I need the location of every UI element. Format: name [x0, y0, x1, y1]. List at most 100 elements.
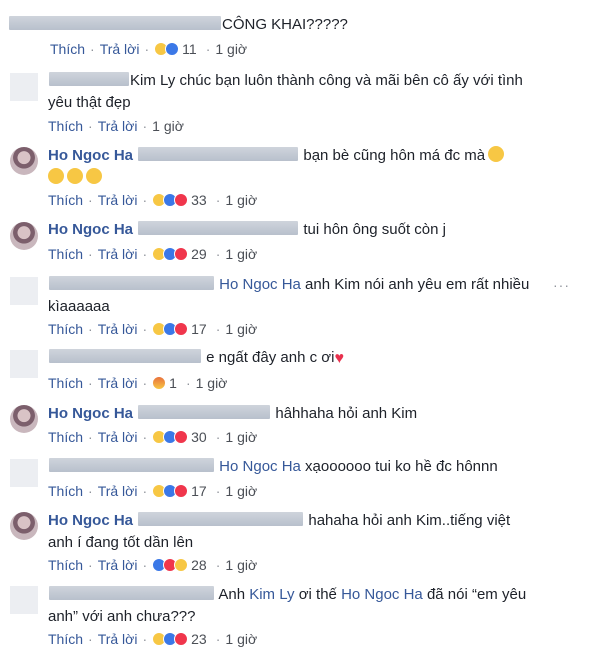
blurred-name: [49, 72, 129, 86]
reactions-summary[interactable]: 11: [154, 40, 197, 58]
love-reaction-icon: [174, 322, 189, 336]
avatar[interactable]: [10, 73, 38, 101]
like-button[interactable]: Thích: [48, 117, 83, 135]
tagged-name[interactable]: Ho Ngoc Ha: [219, 276, 301, 293]
comment-actions: Thích · Trả lời · 29 · 1 giờ: [48, 245, 258, 263]
blurred-name: [9, 16, 221, 30]
love-reaction-icon: [174, 484, 189, 498]
reply-button[interactable]: Trả lời: [98, 320, 138, 338]
blurred-name: [138, 147, 299, 161]
love-reaction-icon: [174, 193, 189, 207]
love-reaction-icon: [174, 247, 189, 261]
comment-text-cont: anh” với anh chưa???: [48, 608, 196, 625]
avatar[interactable]: [10, 350, 38, 378]
timestamp[interactable]: 1 giờ: [225, 320, 257, 338]
blurred-name: [138, 512, 304, 526]
like-button[interactable]: Thích: [48, 191, 83, 209]
timestamp[interactable]: 1 giờ: [225, 245, 257, 263]
comment-actions: Thích · Trả lời · 11 · 1 giờ: [50, 40, 248, 58]
reply-button[interactable]: Trả lời: [98, 117, 138, 135]
like-button[interactable]: Thích: [50, 40, 85, 58]
comment-text-cont: anh í đang tốt dần lên: [48, 534, 194, 551]
author-name[interactable]: Ho Ngoc Ha: [48, 405, 133, 422]
comment-text: Ho Ngoc Ha hahaha hỏi anh Kim..tiếng việ…: [48, 512, 511, 529]
comment-actions: Thích · Trả lời · 17 · 1 giờ: [48, 482, 258, 500]
like-button[interactable]: Thích: [48, 556, 83, 574]
reactions-summary[interactable]: 33: [152, 191, 207, 209]
like-button[interactable]: Thích: [48, 428, 83, 446]
comment-actions: Thích · Trả lời · 1 · 1 giờ: [48, 374, 228, 392]
laughing-emoji-icon: [86, 168, 102, 184]
comment-text: Ho Ngoc Ha tui hôn ông suốt còn j: [48, 221, 446, 238]
timestamp[interactable]: 1 giờ: [215, 40, 247, 58]
like-button[interactable]: Thích: [48, 320, 83, 338]
comment-text: Anh Kim Ly ơi thế Ho Ngoc Ha đã nói “em …: [48, 585, 526, 605]
like-reaction-icon: [165, 42, 180, 56]
comment-text: Ho Ngoc Ha bạn bè cũng hôn má đc mà: [48, 146, 505, 166]
comment-actions: Thích · Trả lời · 28 · 1 giờ: [48, 556, 258, 574]
comment-actions: Thích · Trả lời · 33 · 1 giờ: [48, 191, 258, 209]
comment-text: CÔNG KHAI?????: [8, 15, 348, 35]
comment-text-cont: yêu thật đẹp: [48, 94, 131, 111]
avatar[interactable]: [10, 459, 38, 487]
comment-text: Kim Ly chúc bạn luôn thành công và mãi b…: [48, 71, 523, 91]
heart-emoji-icon: ♥: [334, 350, 344, 367]
reactions-summary[interactable]: 1: [152, 374, 177, 392]
comment-text: Ho Ngoc Ha anh Kim nói anh yêu em rất nh…: [48, 275, 529, 295]
reply-button[interactable]: Trả lời: [98, 482, 138, 500]
comment-text-cont: kìaaaaaa: [48, 298, 110, 315]
love-reaction-icon: [174, 430, 189, 444]
reply-button[interactable]: Trả lời: [98, 245, 138, 263]
author-name[interactable]: Ho Ngoc Ha: [48, 512, 133, 529]
reply-button[interactable]: Trả lời: [98, 191, 138, 209]
more-options-icon[interactable]: ···: [553, 277, 570, 293]
reply-button[interactable]: Trả lời: [98, 630, 138, 648]
reply-button[interactable]: Trả lời: [98, 556, 138, 574]
reactions-summary[interactable]: 28: [152, 556, 207, 574]
reactions-summary[interactable]: 30: [152, 428, 207, 446]
author-name[interactable]: Ho Ngoc Ha: [48, 221, 133, 238]
blurred-name: [49, 586, 214, 600]
timestamp[interactable]: 1 giờ: [225, 556, 257, 574]
tagged-name[interactable]: Ho Ngoc Ha: [219, 458, 301, 475]
blurred-name: [49, 276, 214, 290]
timestamp[interactable]: 1 giờ: [196, 374, 228, 392]
comment-text: Ho Ngoc Ha xạoooooo tui ko hề đc hônnn: [48, 457, 498, 477]
reply-button[interactable]: Trả lời: [100, 40, 140, 58]
blurred-name: [49, 458, 214, 472]
like-button[interactable]: Thích: [48, 630, 83, 648]
timestamp[interactable]: 1 giờ: [152, 117, 184, 135]
haha-reaction-icon: [174, 558, 189, 572]
timestamp[interactable]: 1 giờ: [225, 630, 257, 648]
reactions-summary[interactable]: 29: [152, 245, 207, 263]
reactions-summary[interactable]: 17: [152, 320, 207, 338]
laughing-emoji-icon: [48, 168, 64, 184]
avatar[interactable]: [10, 586, 38, 614]
laughing-emoji-icon: [67, 168, 83, 184]
timestamp[interactable]: 1 giờ: [225, 428, 257, 446]
tagged-name[interactable]: Ho Ngoc Ha: [341, 586, 423, 603]
comment-actions: Thích · Trả lời · 23 · 1 giờ: [48, 630, 258, 648]
comment-actions: Thích · Trả lời · 17 · 1 giờ: [48, 320, 258, 338]
reply-button[interactable]: Trả lời: [98, 374, 138, 392]
timestamp[interactable]: 1 giờ: [225, 482, 257, 500]
like-button[interactable]: Thích: [48, 374, 83, 392]
tagged-name[interactable]: Kim Ly: [249, 586, 294, 603]
avatar[interactable]: [10, 222, 38, 250]
like-button[interactable]: Thích: [48, 245, 83, 263]
laughing-emoji-icon: [488, 146, 505, 162]
angry-reaction-icon: [152, 376, 167, 390]
author-name[interactable]: Ho Ngoc Ha: [48, 147, 133, 164]
timestamp[interactable]: 1 giờ: [225, 191, 257, 209]
comment-text: Ho Ngoc Ha hâhhaha hỏi anh Kim: [48, 405, 418, 422]
reactions-summary[interactable]: 23: [152, 630, 207, 648]
avatar[interactable]: [10, 277, 38, 305]
reactions-summary[interactable]: 17: [152, 482, 207, 500]
comment-text: e ngất đây anh c ơi♥: [48, 348, 344, 369]
blurred-name: [138, 405, 271, 419]
like-button[interactable]: Thích: [48, 482, 83, 500]
avatar[interactable]: [10, 405, 38, 433]
avatar[interactable]: [10, 512, 38, 540]
reply-button[interactable]: Trả lời: [98, 428, 138, 446]
avatar[interactable]: [10, 147, 38, 175]
